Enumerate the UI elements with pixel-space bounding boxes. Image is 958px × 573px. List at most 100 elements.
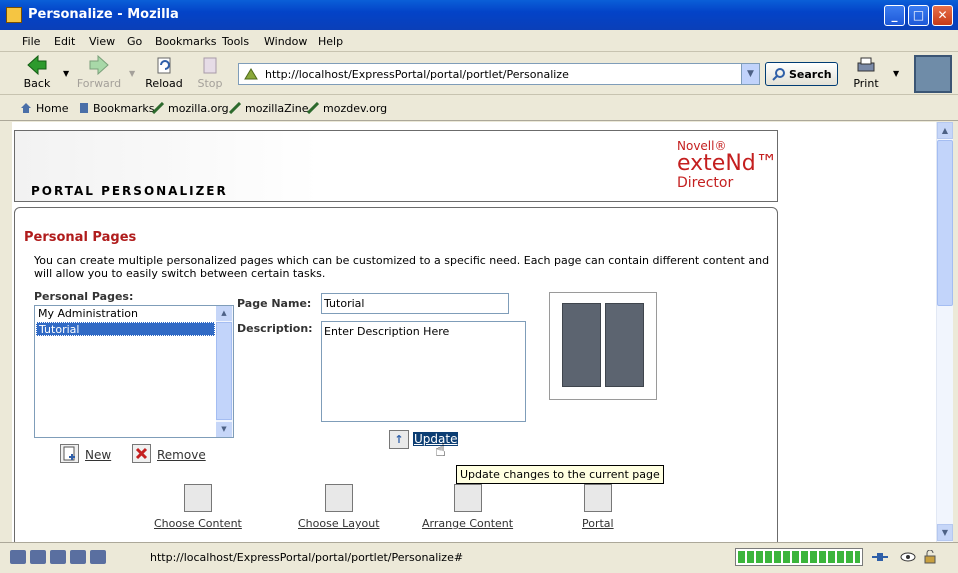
mozilla-throbber-icon[interactable] xyxy=(914,55,952,93)
hand-cursor-icon: ☝ xyxy=(435,440,446,461)
page-scroll-down-icon[interactable]: ▼ xyxy=(937,524,953,541)
url-text[interactable]: http://localhost/ExpressPortal/portal/po… xyxy=(265,68,569,81)
layout-column-left xyxy=(562,303,601,387)
portal-header: PORTAL PERSONALIZER Novell® exteNd™ Dire… xyxy=(14,130,778,202)
scroll-thumb[interactable] xyxy=(216,322,232,420)
address-book-icon[interactable] xyxy=(70,550,86,564)
mozdev-link[interactable]: mozdev.org xyxy=(323,102,387,115)
choose-content-action[interactable]: Choose Content xyxy=(154,484,242,530)
reload-button[interactable]: Reload xyxy=(141,55,187,93)
minimize-button[interactable]: _ xyxy=(884,5,905,26)
page-scrollbar[interactable]: ▲ ▼ xyxy=(936,122,953,542)
portal-title: PORTAL PERSONALIZER xyxy=(31,184,228,198)
menu-help[interactable]: Help xyxy=(318,35,343,48)
online-icon[interactable] xyxy=(872,550,888,564)
cookie-eye-icon[interactable] xyxy=(900,550,916,564)
description-label: Description: xyxy=(237,322,313,335)
forward-arrow-icon xyxy=(89,55,109,75)
scroll-down-icon[interactable]: ▼ xyxy=(216,422,232,437)
bookmark-link-icon xyxy=(229,102,241,114)
section-description: You can create multiple personalized pag… xyxy=(34,254,770,280)
portal-icon[interactable] xyxy=(583,484,612,512)
logo-director: Director xyxy=(677,175,734,191)
window-title: Personalize - Mozilla xyxy=(28,7,179,22)
menu-edit[interactable]: Edit xyxy=(54,35,75,48)
choose-layout-icon[interactable] xyxy=(324,484,353,512)
layout-preview xyxy=(549,292,657,400)
mozilla-org-link[interactable]: mozilla.org xyxy=(168,102,229,115)
new-page-icon[interactable] xyxy=(60,444,79,463)
progress-meter xyxy=(735,548,863,566)
security-lock-icon[interactable] xyxy=(922,550,938,564)
reload-icon xyxy=(157,57,171,74)
forward-dropdown-icon[interactable]: ▼ xyxy=(129,69,135,78)
bookmark-link-icon xyxy=(307,102,319,114)
remove-icon[interactable] xyxy=(132,444,151,463)
personal-pages-list[interactable]: My Administration Tutorial ▲ ▼ xyxy=(34,305,234,438)
back-arrow-icon xyxy=(27,55,47,75)
menu-window[interactable]: Window xyxy=(264,35,307,48)
back-dropdown-icon[interactable]: ▼ xyxy=(63,69,69,78)
status-bar: http://localhost/ExpressPortal/portal/po… xyxy=(0,542,958,573)
arrange-content-icon[interactable] xyxy=(453,484,482,512)
home-link[interactable]: Home xyxy=(36,102,68,115)
print-label: Print xyxy=(853,77,879,90)
menu-view[interactable]: View xyxy=(89,35,115,48)
stop-button[interactable]: Stop xyxy=(187,55,233,93)
remove-button[interactable]: Remove xyxy=(157,448,206,462)
description-textarea[interactable]: Enter Description Here xyxy=(321,321,526,422)
update-icon[interactable]: ↑ xyxy=(389,430,409,449)
print-button[interactable]: Print xyxy=(843,55,889,93)
choose-content-icon[interactable] xyxy=(183,484,212,512)
arrange-content-action[interactable]: Arrange Content xyxy=(422,484,513,530)
back-button[interactable]: Back xyxy=(14,55,60,93)
search-button[interactable]: Search xyxy=(765,62,838,86)
layout-column-right xyxy=(605,303,644,387)
navigation-toolbar: Back ▼ Forward ▼ Reload Stop http://loca… xyxy=(0,53,958,95)
choose-content-link[interactable]: Choose Content xyxy=(154,517,242,530)
bookmarks-link[interactable]: Bookmarks xyxy=(93,102,154,115)
novell-logo: Novell® exteNd™ Director xyxy=(677,139,778,191)
printer-icon xyxy=(857,57,875,72)
close-button[interactable]: ✕ xyxy=(932,5,953,26)
page-scroll-thumb[interactable] xyxy=(937,140,953,306)
page-proxy-icon xyxy=(244,68,258,80)
search-icon xyxy=(772,68,785,81)
reload-label: Reload xyxy=(145,77,183,90)
list-item-selected[interactable]: Tutorial xyxy=(36,322,215,336)
page-scroll-up-icon[interactable]: ▲ xyxy=(937,122,953,139)
bookmark-link-icon xyxy=(152,102,164,114)
page-name-input[interactable]: Tutorial xyxy=(321,293,509,314)
stop-label: Stop xyxy=(197,77,223,90)
url-bar[interactable]: http://localhost/ExpressPortal/portal/po… xyxy=(238,63,760,85)
menu-go[interactable]: Go xyxy=(127,35,142,48)
choose-layout-link[interactable]: Choose Layout xyxy=(298,517,380,530)
url-dropdown-icon[interactable]: ▼ xyxy=(741,64,759,84)
mozilla-app-icon xyxy=(6,7,22,23)
mozillazine-link[interactable]: mozillaZine xyxy=(245,102,308,115)
portal-action[interactable]: Portal xyxy=(582,484,614,530)
mail-icon[interactable] xyxy=(30,550,46,564)
portal-link[interactable]: Portal xyxy=(582,517,614,530)
list-item[interactable]: My Administration xyxy=(36,307,215,321)
print-dropdown-icon[interactable]: ▼ xyxy=(893,69,899,78)
list-scrollbar[interactable]: ▲ ▼ xyxy=(216,306,233,437)
choose-layout-action[interactable]: Choose Layout xyxy=(298,484,380,530)
menu-bar: File Edit View Go Bookmarks Tools Window… xyxy=(0,30,958,52)
menu-file[interactable]: File xyxy=(22,35,40,48)
window-titlebar: Personalize - Mozilla _ □ ✕ xyxy=(0,0,958,30)
composer-icon[interactable] xyxy=(50,550,66,564)
maximize-button[interactable]: □ xyxy=(908,5,929,26)
new-button[interactable]: New xyxy=(85,448,111,462)
chat-icon[interactable] xyxy=(90,550,106,564)
arrange-content-link[interactable]: Arrange Content xyxy=(422,517,513,530)
personal-toolbar: Home Bookmarks mozilla.org mozillaZine m… xyxy=(0,96,958,121)
forward-button[interactable]: Forward xyxy=(76,55,122,93)
menu-bookmarks[interactable]: Bookmarks xyxy=(155,35,216,48)
scroll-up-icon[interactable]: ▲ xyxy=(216,306,232,321)
search-label: Search xyxy=(789,68,832,81)
menu-tools[interactable]: Tools xyxy=(222,35,249,48)
page-name-label: Page Name: xyxy=(237,297,312,310)
forward-label: Forward xyxy=(76,77,122,90)
navigator-icon[interactable] xyxy=(10,550,26,564)
